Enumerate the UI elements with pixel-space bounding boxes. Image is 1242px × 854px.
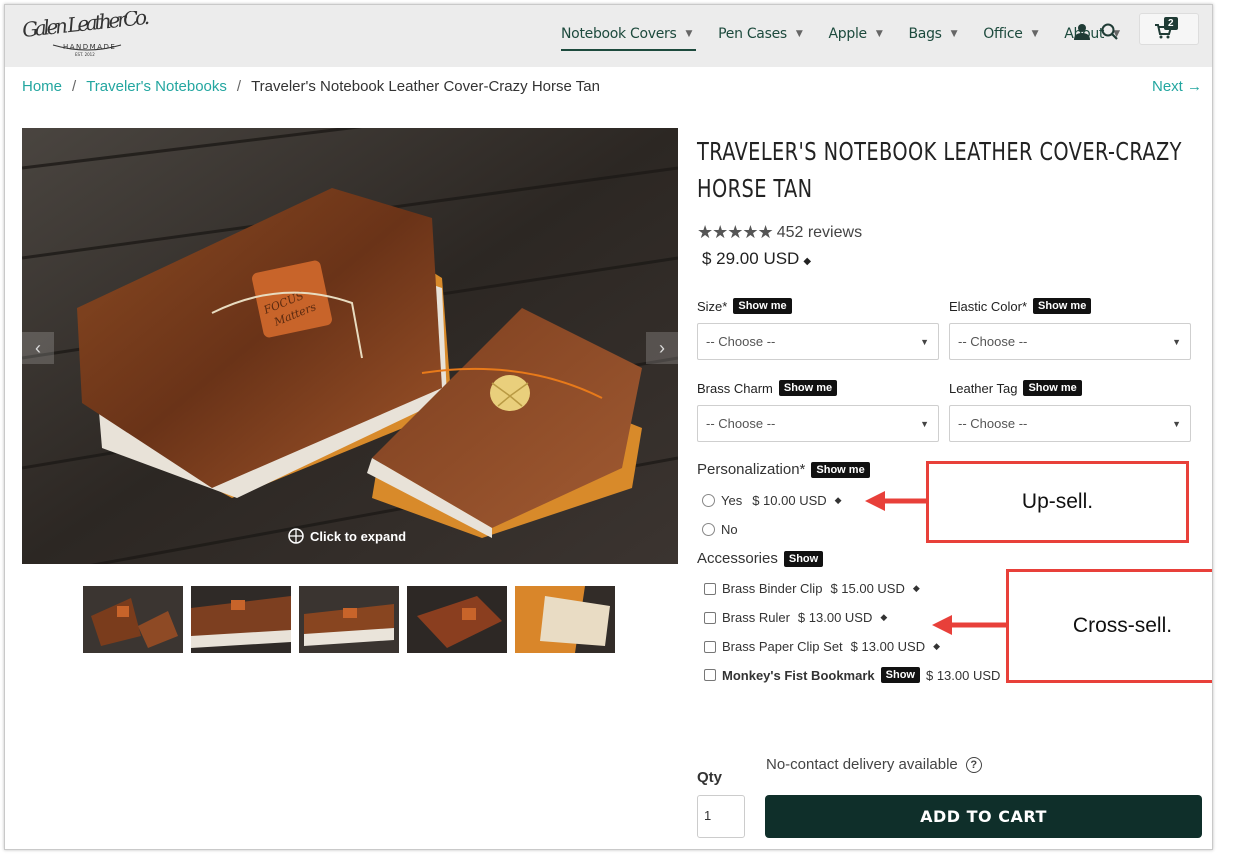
accessory-brass-paper-clip-set[interactable]: Brass Paper Clip Set $ 13.00 USD ◆ — [704, 639, 940, 654]
checkbox[interactable] — [704, 669, 716, 681]
image-prev-button[interactable]: ‹ — [22, 332, 54, 364]
thumbnail-1[interactable] — [83, 586, 183, 653]
currency-toggle-icon[interactable]: ◆ — [835, 495, 842, 506]
caret-down-icon: ▼ — [795, 29, 803, 39]
qty-input[interactable]: 1 — [697, 795, 745, 838]
crosssell-callout: Cross-sell. — [1006, 569, 1212, 683]
caret-down-icon: ▼ — [685, 29, 693, 39]
checkbox[interactable] — [704, 611, 716, 624]
cart-button[interactable]: 2 — [1139, 13, 1199, 45]
currency-toggle-icon[interactable]: ◆ — [803, 256, 811, 267]
elastic-color-select[interactable]: -- Choose -- ▼ — [949, 323, 1191, 360]
breadcrumb: Home / Traveler's Notebooks / Traveler's… — [22, 78, 600, 95]
brand-logo[interactable]: Galen LeatherCo. HANDMADE EST. 2012 — [21, 11, 156, 59]
breadcrumb-current: Traveler's Notebook Leather Cover-Crazy … — [251, 78, 600, 95]
svg-text:EST. 2012: EST. 2012 — [75, 52, 95, 57]
accessory-brass-binder-clip[interactable]: Brass Binder Clip $ 15.00 USD ◆ — [704, 581, 920, 596]
breadcrumb-home[interactable]: Home — [22, 78, 62, 95]
chevron-right-icon: › — [659, 337, 665, 358]
product-price: $ 29.00 USD ◆ — [702, 249, 812, 268]
checkbox[interactable] — [704, 640, 716, 653]
caret-down-icon: ▼ — [875, 29, 883, 39]
nav-apple[interactable]: Apple ▼ — [829, 19, 883, 49]
elastic-color-label: Elastic Color* Show me — [949, 298, 1092, 314]
accessory-monkeys-fist-bookmark[interactable]: Monkey's Fist BookmarkShow$ 13.00 USD◆ — [704, 667, 1015, 683]
personalization-show-me-button[interactable]: Show me — [811, 461, 870, 478]
currency-toggle-icon[interactable]: ◆ — [880, 612, 887, 623]
elastic-show-me-button[interactable]: Show me — [1033, 298, 1092, 314]
leather-tag-select[interactable]: -- Choose -- ▼ — [949, 405, 1191, 442]
main-nav: Notebook Covers ▼ Pen Cases ▼ Apple ▼ Bags ▼… — [561, 19, 1130, 51]
crosssell-arrow-icon — [932, 615, 1008, 635]
qty-label: Qty — [697, 769, 723, 786]
currency-toggle-icon[interactable]: ◆ — [933, 641, 940, 652]
dropdown-arrow-icon: ▼ — [920, 337, 929, 347]
size-label: Size* Show me — [697, 298, 792, 314]
caret-down-icon: ▼ — [1031, 29, 1039, 39]
nav-notebook-covers[interactable]: Notebook Covers ▼ — [561, 19, 697, 51]
thumbnail-5[interactable] — [515, 586, 615, 653]
page-frame: Galen LeatherCo. HANDMADE EST. 2012 Note… — [4, 4, 1213, 850]
upsell-callout: Up-sell. — [926, 461, 1189, 543]
thumbnail-3[interactable] — [299, 586, 399, 653]
product-title: TRAVELER'S NOTEBOOK LEATHER COVER-CRAZY … — [697, 137, 1182, 203]
caret-down-icon: ▼ — [950, 29, 958, 39]
product-photo: FOCUS Matters — [22, 128, 678, 564]
dropdown-arrow-icon: ▼ — [1172, 419, 1181, 429]
breadcrumb-category[interactable]: Traveler's Notebooks — [86, 78, 227, 95]
person-icon[interactable] — [1071, 21, 1093, 43]
breadcrumb-separator: / — [236, 78, 242, 95]
svg-text:Galen LeatherCo.: Galen LeatherCo. — [21, 11, 151, 42]
checkbox[interactable] — [704, 582, 716, 595]
size-select[interactable]: -- Choose -- ▼ — [697, 323, 939, 360]
star-rating-icon: ★★★★★ — [697, 222, 774, 242]
site-header: Galen LeatherCo. HANDMADE EST. 2012 Note… — [5, 5, 1212, 67]
next-product-link[interactable]: Next → — [1152, 78, 1202, 95]
click-to-expand[interactable]: Click to expand — [288, 528, 406, 544]
add-to-cart-button[interactable]: ADD TO CART — [765, 795, 1202, 838]
brass-charm-select[interactable]: -- Choose -- ▼ — [697, 405, 939, 442]
crosshair-icon — [288, 528, 304, 544]
radio-yes[interactable] — [702, 494, 715, 507]
personalization-no-option[interactable]: No — [702, 522, 738, 537]
thumbnail-4[interactable] — [407, 586, 507, 653]
personalization-yes-option[interactable]: Yes $ 10.00 USD ◆ — [702, 493, 842, 508]
nav-pen-cases[interactable]: Pen Cases ▼ — [718, 19, 803, 49]
dropdown-arrow-icon: ▼ — [920, 419, 929, 429]
expand-label: Click to expand — [310, 528, 407, 544]
dropdown-arrow-icon: ▼ — [1172, 337, 1181, 347]
delivery-note: No-contact delivery available? — [766, 756, 982, 773]
currency-toggle-icon[interactable]: ◆ — [913, 583, 920, 594]
chevron-left-icon: ‹ — [35, 337, 41, 358]
nav-office[interactable]: Office ▼ — [983, 19, 1038, 49]
image-next-button[interactable]: › — [646, 332, 678, 364]
tag-show-me-button[interactable]: Show me — [1023, 380, 1082, 396]
thumbnail-2[interactable] — [191, 586, 291, 653]
product-rating[interactable]: ★★★★★ 452 reviews — [697, 222, 862, 243]
accessories-show-button[interactable]: Show — [783, 550, 824, 567]
cart-count-badge: 2 — [1164, 17, 1178, 30]
accessories-label: Accessories Show — [697, 550, 824, 567]
help-icon[interactable]: ? — [965, 756, 982, 773]
review-count: 452 reviews — [776, 223, 863, 241]
brass-charm-label: Brass Charm Show me — [697, 380, 838, 396]
nav-bags[interactable]: Bags ▼ — [909, 19, 958, 49]
leather-tag-label: Leather Tag Show me — [949, 380, 1082, 396]
personalization-label: Personalization* Show me — [697, 461, 870, 478]
upsell-arrow-icon — [865, 491, 927, 511]
size-show-me-button[interactable]: Show me — [733, 298, 792, 314]
thumbnail-strip — [83, 586, 615, 653]
bookmark-show-button[interactable]: Show — [880, 667, 920, 683]
search-icon[interactable] — [1099, 21, 1121, 43]
radio-no[interactable] — [702, 523, 715, 536]
accessory-brass-ruler[interactable]: Brass Ruler $ 13.00 USD ◆ — [704, 610, 887, 625]
charm-show-me-button[interactable]: Show me — [778, 380, 838, 396]
breadcrumb-separator: / — [72, 78, 77, 95]
product-main-image[interactable]: FOCUS Matters ‹ › Click to expand — [22, 128, 678, 564]
